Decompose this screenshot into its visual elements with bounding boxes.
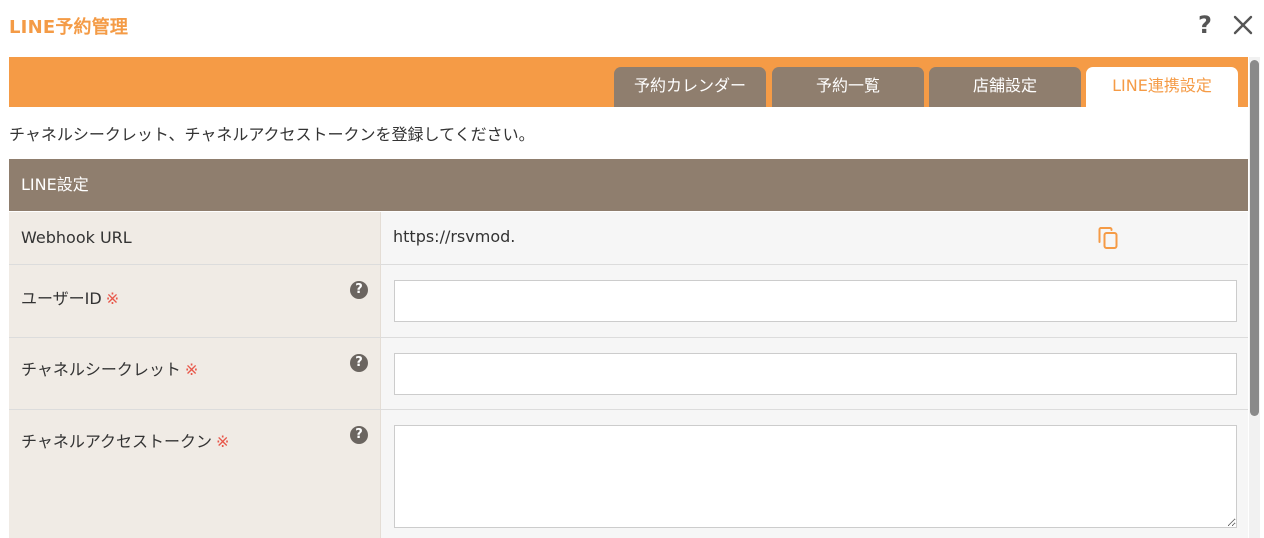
- dialog-title: LINE予約管理: [9, 17, 129, 38]
- webhook-url-label: Webhook URL: [21, 228, 132, 247]
- tab-reservation-calendar[interactable]: 予約カレンダー: [614, 67, 766, 107]
- webhook-url-value-cell: https://rsvmod.: [381, 212, 1248, 264]
- webhook-url-row: Webhook URL https://rsvmod.: [9, 212, 1248, 265]
- user-id-label: ユーザーID ※: [21, 285, 119, 309]
- required-mark: ※: [105, 289, 120, 308]
- channel-secret-label-text: チャネルシークレット: [21, 360, 181, 379]
- channel-secret-label: チャネルシークレット ※: [21, 356, 198, 380]
- tab-reservation-list[interactable]: 予約一覧: [772, 67, 924, 107]
- user-id-label-text: ユーザーID: [21, 289, 102, 308]
- help-button[interactable]: ?: [1193, 10, 1217, 40]
- user-id-value-cell: [381, 265, 1248, 337]
- user-id-label-cell: ユーザーID ※ ?: [9, 265, 381, 337]
- channel-access-token-label-cell: チャネルアクセストークン ※ ?: [9, 410, 381, 538]
- close-icon: [1233, 15, 1253, 35]
- instruction-text: チャネルシークレット、チャネルアクセストークンを登録してください。: [9, 125, 535, 144]
- tab-line-integration-settings[interactable]: LINE連携設定: [1086, 67, 1238, 107]
- help-circle-icon[interactable]: ?: [350, 354, 368, 372]
- channel-access-token-value-cell: [381, 410, 1248, 538]
- tab-store-settings[interactable]: 店舗設定: [929, 67, 1081, 107]
- channel-access-token-label: チャネルアクセストークン ※: [21, 428, 229, 452]
- channel-secret-row: チャネルシークレット ※ ?: [9, 338, 1248, 410]
- channel-secret-value-cell: [381, 338, 1248, 409]
- tab-bar: 予約カレンダー 予約一覧 店舗設定 LINE連携設定: [9, 57, 1248, 107]
- copy-icon[interactable]: [1097, 225, 1121, 251]
- webhook-url-label-cell: Webhook URL: [9, 212, 381, 264]
- help-circle-icon[interactable]: ?: [350, 281, 368, 299]
- channel-access-token-label-text: チャネルアクセストークン: [21, 432, 213, 451]
- channel-secret-label-cell: チャネルシークレット ※ ?: [9, 338, 381, 409]
- user-id-input[interactable]: [394, 280, 1237, 322]
- scrollbar-thumb[interactable]: [1250, 60, 1259, 416]
- required-mark: ※: [184, 360, 199, 379]
- dialog-header: LINE予約管理 ?: [0, 0, 1264, 52]
- section-header: LINE設定: [9, 159, 1248, 211]
- close-button[interactable]: [1230, 12, 1256, 38]
- help-circle-icon[interactable]: ?: [350, 426, 368, 444]
- channel-access-token-textarea[interactable]: [394, 425, 1237, 528]
- required-mark: ※: [216, 432, 230, 451]
- channel-access-token-row: チャネルアクセストークン ※ ?: [9, 410, 1248, 538]
- channel-secret-input[interactable]: [394, 353, 1237, 395]
- webhook-url-value: https://rsvmod.: [393, 227, 516, 246]
- user-id-row: ユーザーID ※ ?: [9, 265, 1248, 338]
